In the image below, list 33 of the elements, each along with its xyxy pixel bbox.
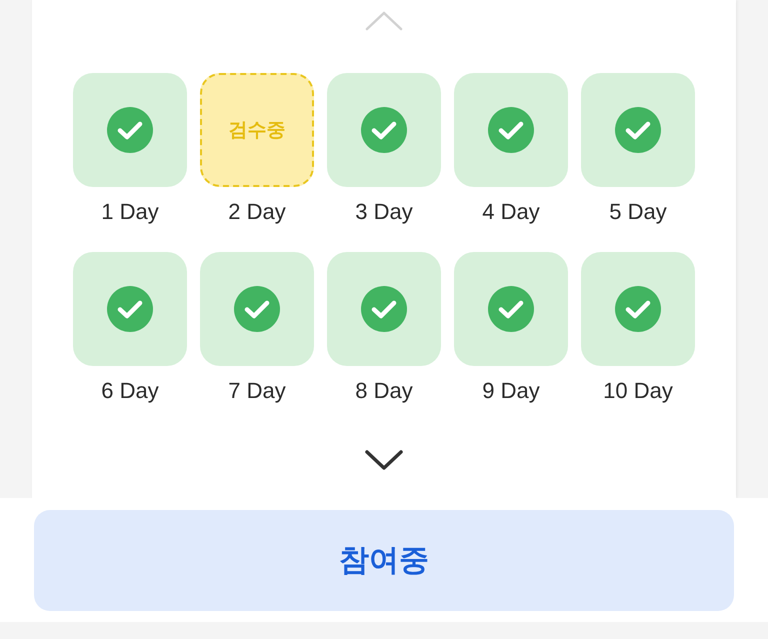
day-tile[interactable]: [73, 73, 187, 187]
day-label: 4 Day: [482, 199, 540, 225]
day-label: 2 Day: [228, 199, 286, 225]
scroll-down-button[interactable]: [365, 450, 403, 470]
check-circle-icon: [615, 107, 661, 153]
check-circle-icon: [107, 107, 153, 153]
status-text: 검수중: [228, 120, 286, 140]
check-circle-icon: [361, 107, 407, 153]
participating-button[interactable]: 참여중: [34, 510, 734, 611]
day-label: 8 Day: [355, 378, 413, 404]
day-tile[interactable]: [73, 252, 187, 366]
check-circle-icon: [488, 286, 534, 332]
chevron-down-icon: [365, 450, 403, 470]
chevron-up-icon: [365, 11, 403, 31]
day-label: 6 Day: [101, 378, 159, 404]
day-tile[interactable]: [581, 252, 695, 366]
day-label: 1 Day: [101, 199, 159, 225]
day-label: 7 Day: [228, 378, 286, 404]
day-label: 9 Day: [482, 378, 540, 404]
check-circle-icon: [234, 286, 280, 332]
day-tile[interactable]: [327, 252, 441, 366]
day-tile[interactable]: [200, 252, 314, 366]
check-circle-icon: [488, 107, 534, 153]
day-tile[interactable]: [327, 73, 441, 187]
check-circle-icon: [361, 286, 407, 332]
day-tile[interactable]: [454, 73, 568, 187]
day-label: 10 Day: [603, 378, 673, 404]
day-label: 5 Day: [609, 199, 667, 225]
day-tile[interactable]: [581, 73, 695, 187]
check-circle-icon: [615, 286, 661, 332]
check-circle-icon: [107, 286, 153, 332]
day-label: 3 Day: [355, 199, 413, 225]
day-tile[interactable]: [454, 252, 568, 366]
